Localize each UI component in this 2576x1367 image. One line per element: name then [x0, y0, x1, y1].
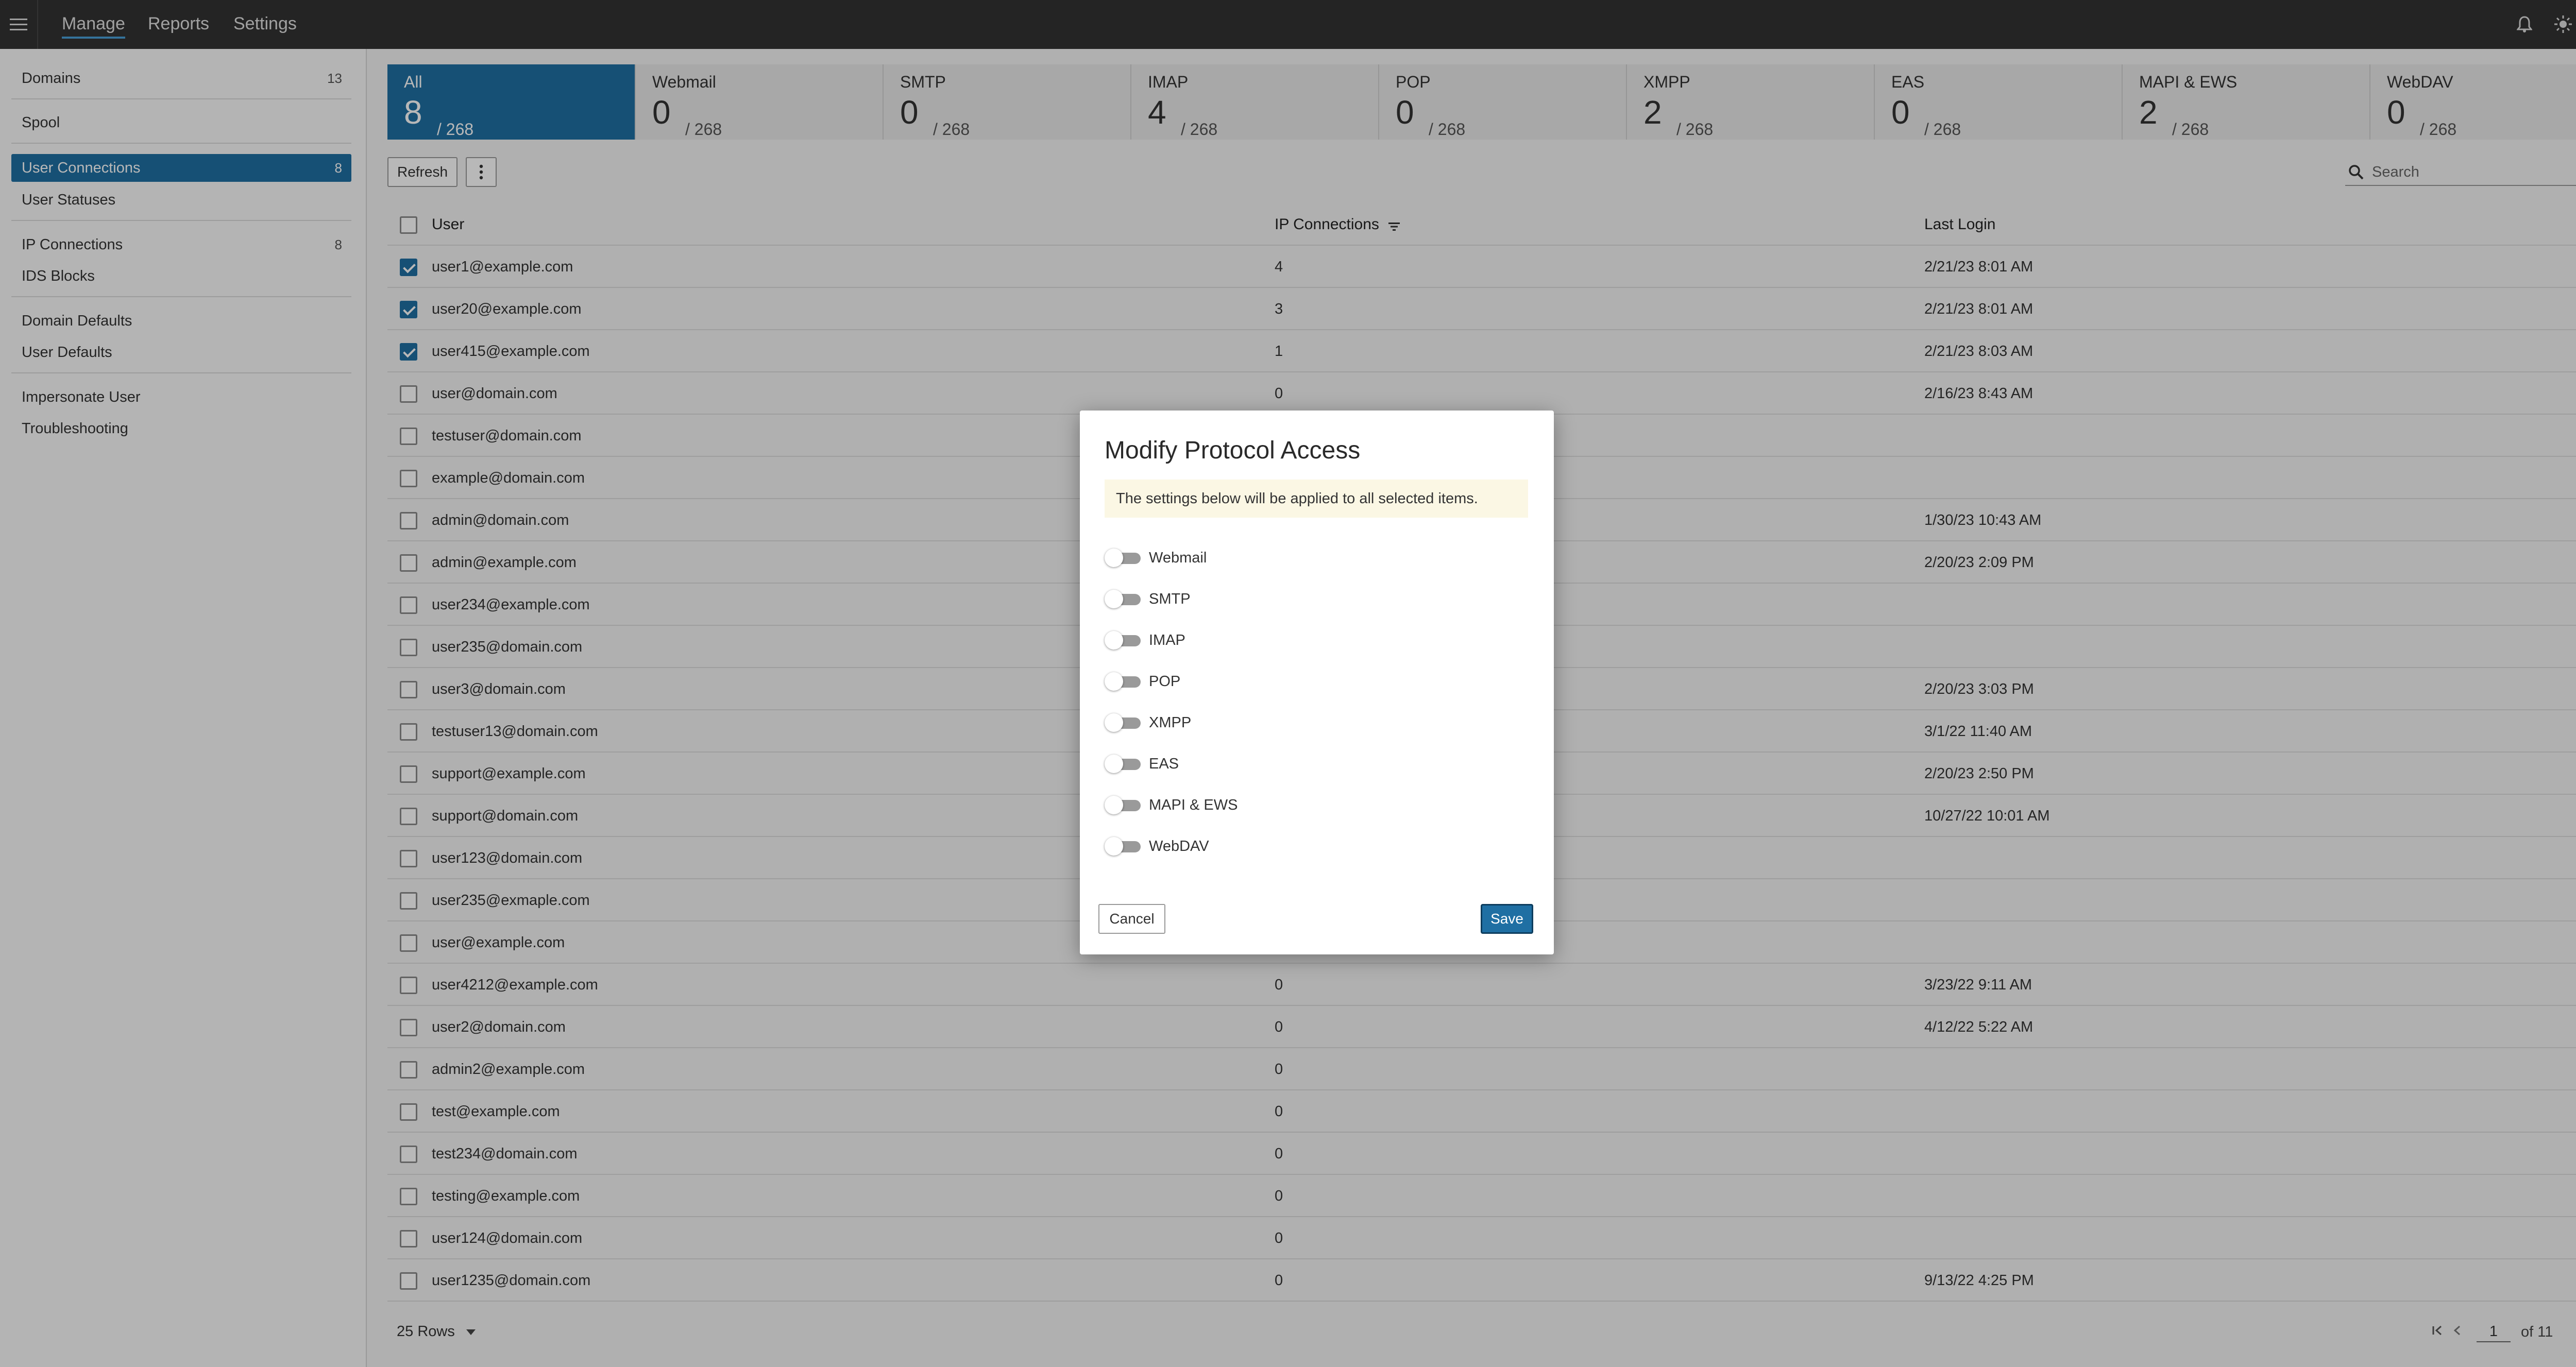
toggle-webmail[interactable]	[1105, 548, 1141, 568]
toggle-row-imap[interactable]: IMAP	[1105, 626, 1465, 655]
dialog-notice: The settings below will be applied to al…	[1105, 480, 1528, 518]
toggle-mapi-ews[interactable]	[1105, 795, 1141, 815]
toggle-row-eas[interactable]: EAS	[1105, 749, 1465, 778]
toggle-knob	[1105, 755, 1123, 773]
modify-protocol-access-dialog: Modify Protocol Access The settings belo…	[1080, 411, 1554, 954]
toggle-label: POP	[1149, 673, 1181, 690]
toggle-row-mapi-ews[interactable]: MAPI & EWS	[1105, 791, 1465, 819]
toggle-row-pop[interactable]: POP	[1105, 667, 1465, 696]
toggle-imap[interactable]	[1105, 630, 1141, 651]
toggle-row-xmpp[interactable]: XMPP	[1105, 708, 1465, 737]
toggle-label: MAPI & EWS	[1149, 797, 1238, 813]
toggle-knob	[1105, 631, 1123, 650]
toggle-label: IMAP	[1149, 632, 1185, 648]
toggle-knob	[1105, 590, 1123, 608]
save-button[interactable]: Save	[1481, 904, 1533, 934]
toggle-row-smtp[interactable]: SMTP	[1105, 585, 1465, 613]
cancel-button[interactable]: Cancel	[1098, 904, 1165, 934]
toggle-knob	[1105, 796, 1123, 814]
toggle-xmpp[interactable]	[1105, 712, 1141, 733]
toggle-knob	[1105, 549, 1123, 567]
toggle-knob	[1105, 713, 1123, 732]
toggle-label: SMTP	[1149, 591, 1191, 607]
toggle-knob	[1105, 672, 1123, 691]
toggle-label: Webmail	[1149, 550, 1207, 566]
dialog-title: Modify Protocol Access	[1105, 437, 1361, 464]
toggle-smtp[interactable]	[1105, 589, 1141, 609]
toggle-pop[interactable]	[1105, 671, 1141, 692]
toggle-knob	[1105, 837, 1123, 856]
toggle-label: WebDAV	[1149, 838, 1209, 855]
toggle-webdav[interactable]	[1105, 836, 1141, 857]
toggle-eas[interactable]	[1105, 754, 1141, 774]
toggle-row-webdav[interactable]: WebDAV	[1105, 832, 1465, 861]
toggle-label: EAS	[1149, 756, 1179, 772]
toggle-label: XMPP	[1149, 714, 1192, 731]
toggle-row-webmail[interactable]: Webmail	[1105, 543, 1465, 572]
